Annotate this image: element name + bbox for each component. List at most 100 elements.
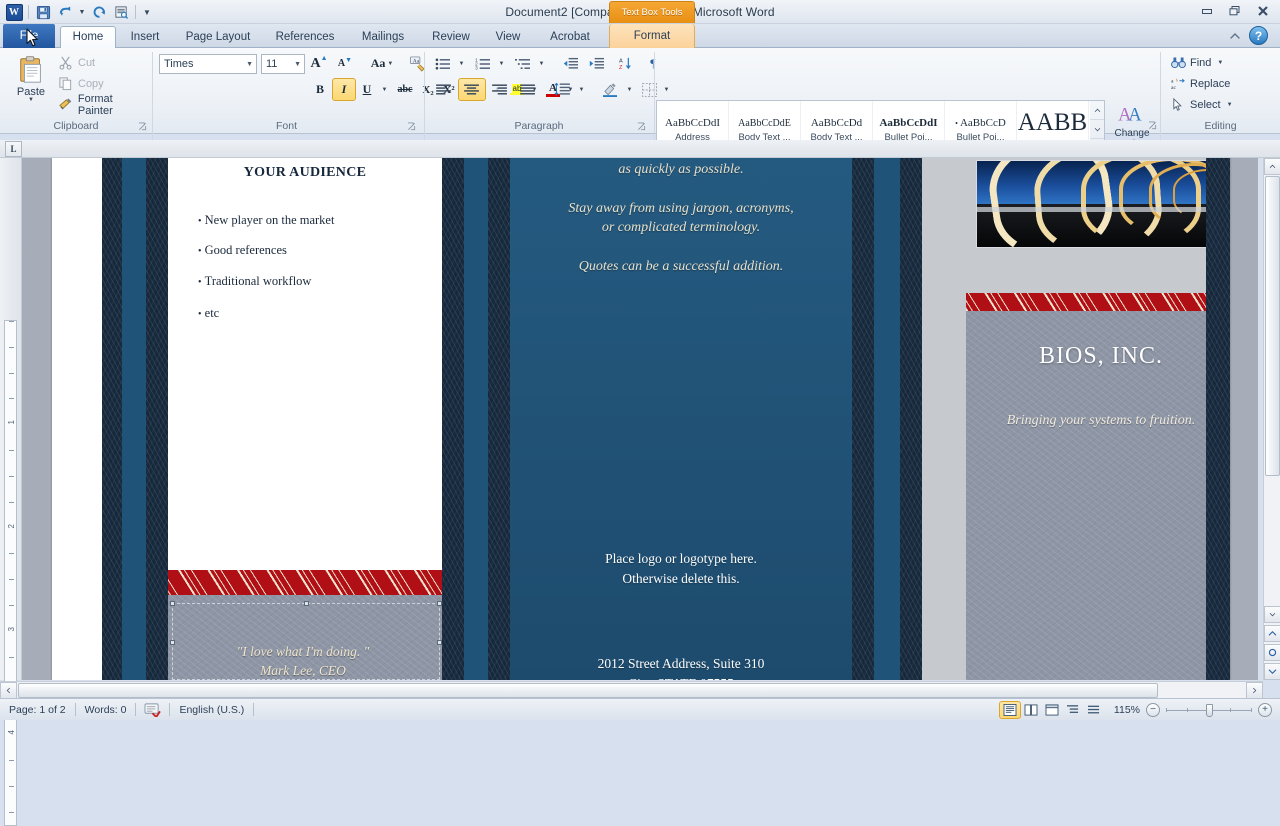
tab-home[interactable]: Home — [60, 26, 116, 49]
multilevel-list-button[interactable] — [511, 53, 535, 74]
save-button[interactable] — [33, 2, 53, 22]
chevron-down-icon: ▼ — [387, 61, 393, 67]
close-button[interactable] — [1250, 2, 1276, 20]
panel-cover[interactable]: BIOS, INC. Bringing your systems to frui… — [922, 158, 1206, 680]
strikethrough-button[interactable]: abc — [393, 79, 417, 100]
multilevel-dropdown[interactable]: ▼ — [536, 53, 547, 74]
underline-button[interactable]: U — [356, 79, 378, 100]
view-draft-button[interactable] — [1084, 702, 1104, 718]
bold-button[interactable]: B — [308, 79, 332, 100]
dialog-launcher-icon — [407, 122, 416, 131]
align-right-button[interactable] — [487, 79, 513, 100]
align-center-button[interactable] — [459, 79, 485, 100]
panel-middle[interactable]: as quickly as possible. Stay away from u… — [510, 158, 852, 680]
zoom-in-button[interactable]: + — [1258, 703, 1272, 717]
line-spacing-button[interactable] — [549, 79, 575, 100]
horizontal-ruler[interactable]: 12345678910 — [0, 140, 1280, 158]
grow-font-button[interactable]: A ▲ — [308, 53, 330, 74]
scroll-down-button[interactable] — [1264, 606, 1280, 623]
tab-mailings[interactable]: Mailings — [346, 26, 420, 48]
tab-format[interactable]: Format — [610, 24, 694, 48]
document-page[interactable]: YOUR AUDIENCE • New player on the market… — [52, 158, 1230, 680]
vertical-scrollbar[interactable] — [1263, 158, 1280, 680]
zoom-slider[interactable] — [1166, 702, 1252, 718]
font-name-combo[interactable]: Times ▼ — [159, 54, 257, 74]
cover-photo[interactable] — [976, 160, 1206, 248]
document-canvas[interactable]: YOUR AUDIENCE • New player on the market… — [22, 158, 1258, 680]
undo-dropdown-button[interactable]: ▼ — [77, 2, 87, 22]
vertical-ruler-track[interactable]: 1234 — [4, 320, 17, 826]
shrink-font-button[interactable]: A ▼ — [334, 53, 356, 74]
font-dialog-launcher[interactable] — [407, 122, 416, 131]
increase-indent-button[interactable] — [585, 53, 609, 74]
tab-insert[interactable]: Insert — [120, 26, 170, 48]
tab-review[interactable]: Review — [422, 26, 480, 48]
paste-button[interactable]: Paste ▼ — [8, 52, 54, 114]
shading-button[interactable] — [597, 79, 623, 100]
scroll-right-button[interactable] — [1246, 682, 1263, 699]
word-count[interactable]: Words: 0 — [76, 699, 136, 721]
change-case-button[interactable]: Aa ▼ — [365, 53, 399, 74]
scroll-up-button[interactable] — [1264, 158, 1280, 175]
zoom-out-button[interactable]: − — [1146, 703, 1160, 717]
shading-dropdown[interactable]: ▼ — [624, 79, 635, 100]
collapse-ribbon-button[interactable] — [1226, 27, 1244, 45]
tab-view[interactable]: View — [484, 26, 532, 48]
decrease-indent-button[interactable] — [559, 53, 583, 74]
horizontal-scroll-thumb[interactable] — [18, 683, 1158, 698]
scroll-left-button[interactable] — [0, 682, 17, 699]
vertical-ruler[interactable]: 1234 — [0, 158, 22, 680]
print-preview-button[interactable] — [111, 2, 131, 22]
replace-button[interactable]: a ac b Replace — [1169, 74, 1255, 93]
line-spacing-dropdown[interactable]: ▼ — [576, 79, 587, 100]
gallery-scroll-down-button[interactable] — [1090, 120, 1104, 139]
tab-page-layout[interactable]: Page Layout — [172, 26, 264, 48]
panel-audience[interactable]: YOUR AUDIENCE • New player on the market… — [168, 158, 442, 680]
select-button[interactable]: Select ▼ — [1169, 95, 1249, 114]
customize-qat-button[interactable]: ▼ — [140, 2, 154, 22]
copy-button[interactable]: Copy — [56, 74, 144, 93]
minimize-button[interactable] — [1194, 2, 1220, 20]
previous-page-button[interactable] — [1264, 625, 1280, 642]
sort-button[interactable]: A Z — [614, 53, 638, 74]
view-full-screen-reading-button[interactable] — [1021, 702, 1041, 718]
view-print-layout-button[interactable] — [1000, 702, 1020, 718]
align-left-button[interactable] — [431, 79, 457, 100]
format-painter-button[interactable]: Format Painter — [56, 95, 150, 114]
zoom-level[interactable]: 115% — [1114, 704, 1140, 716]
select-browse-object-button[interactable] — [1264, 644, 1280, 661]
cut-button[interactable]: Cut — [56, 53, 144, 72]
app-menu-button[interactable]: W — [4, 2, 24, 22]
zoom-slider-thumb[interactable] — [1206, 704, 1213, 717]
tab-references[interactable]: References — [266, 26, 344, 48]
bullets-button[interactable] — [431, 53, 455, 74]
vertical-scroll-thumb[interactable] — [1265, 176, 1280, 476]
gallery-scroll-up-button[interactable] — [1090, 101, 1104, 120]
underline-dropdown-button[interactable]: ▼ — [379, 79, 390, 100]
proofing-status-button[interactable] — [136, 702, 169, 717]
tab-stop-selector[interactable]: L — [5, 141, 22, 157]
numbering-dropdown[interactable]: ▼ — [496, 53, 507, 74]
view-web-layout-button[interactable] — [1042, 702, 1062, 718]
chevron-down-icon: ▼ — [79, 9, 86, 16]
next-page-button[interactable] — [1264, 663, 1280, 680]
font-size-combo[interactable]: 11 ▼ — [261, 54, 305, 74]
language-indicator[interactable]: English (U.S.) — [170, 699, 253, 721]
styles-dialog-launcher[interactable] — [1148, 121, 1157, 130]
help-button[interactable]: ? — [1249, 26, 1268, 45]
restore-button[interactable] — [1222, 2, 1248, 20]
undo-button[interactable] — [55, 2, 75, 22]
numbering-button[interactable]: 1 2 3 — [471, 53, 495, 74]
view-outline-button[interactable] — [1063, 702, 1083, 718]
page-indicator[interactable]: Page: 1 of 2 — [0, 699, 75, 721]
justify-button[interactable] — [515, 79, 541, 100]
redo-button[interactable] — [89, 2, 109, 22]
italic-button[interactable]: I — [333, 79, 355, 100]
horizontal-scrollbar[interactable] — [0, 681, 1263, 698]
bullets-dropdown[interactable]: ▼ — [456, 53, 467, 74]
find-button[interactable]: Find ▼ — [1169, 53, 1241, 72]
clipboard-dialog-launcher[interactable] — [138, 122, 147, 131]
paragraph-dialog-launcher[interactable] — [637, 122, 646, 131]
tab-acrobat[interactable]: Acrobat — [536, 26, 604, 48]
restore-icon — [1228, 5, 1242, 17]
